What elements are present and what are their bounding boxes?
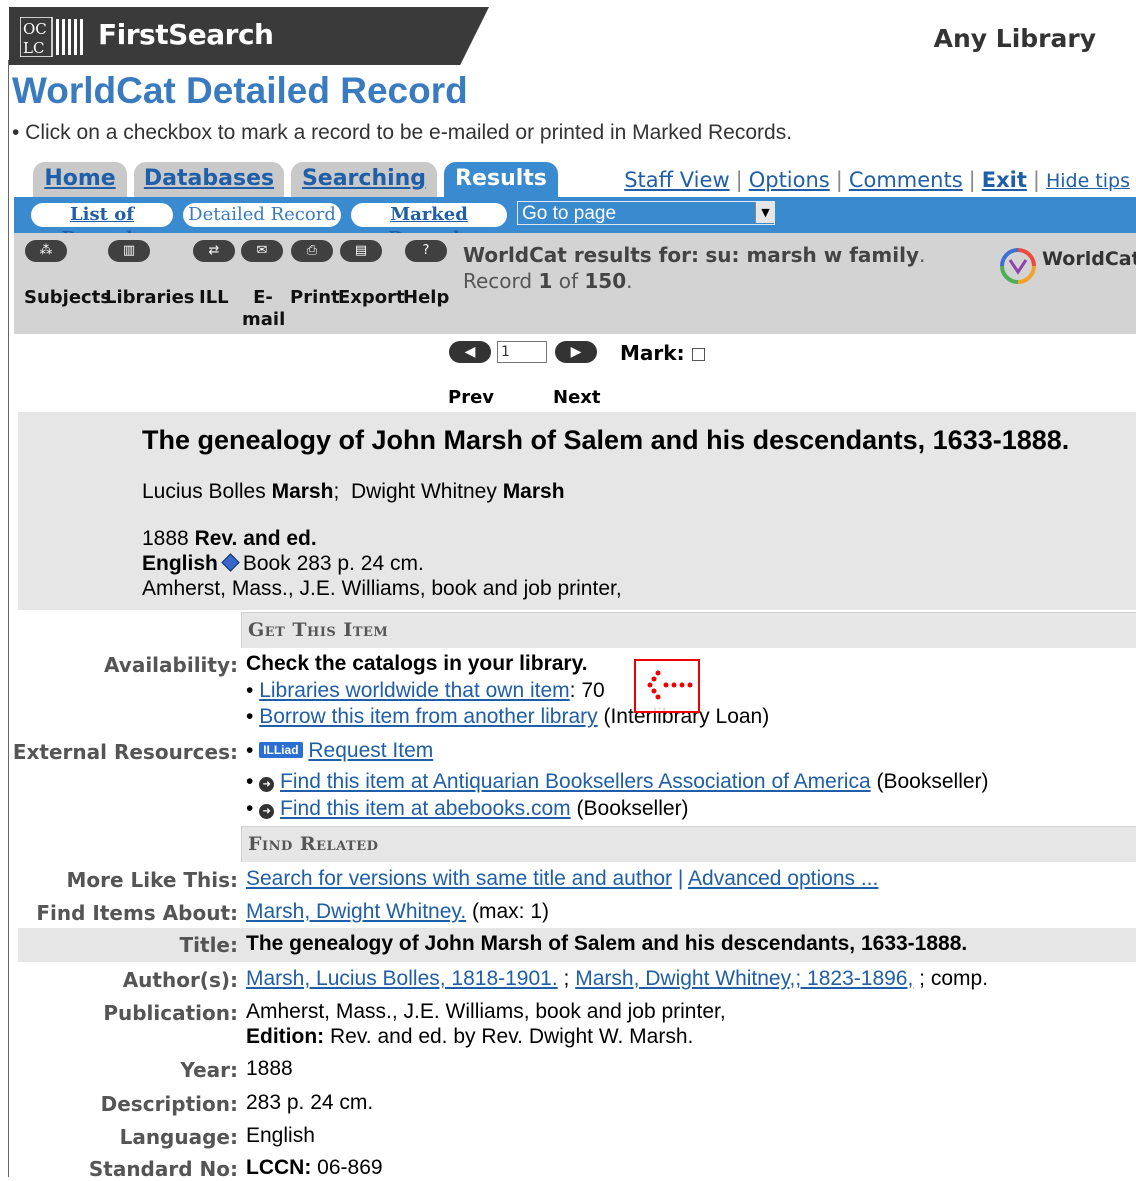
app-name: FirstSearch <box>98 18 274 51</box>
loading-dots-icon <box>647 670 693 700</box>
libraries-worldwide-link[interactable]: Libraries worldwide that own item <box>259 679 569 702</box>
standard-no-label: Standard No: <box>88 1157 238 1181</box>
availability-text: Check the catalogs in your library. <box>246 652 588 675</box>
language-value: English <box>246 1124 315 1147</box>
subject-marsh-link[interactable]: Marsh, Dwight Whitney. <box>246 900 466 923</box>
title-label: Title: <box>179 933 238 957</box>
publication-value: Amherst, Mass., J.E. Williams, book and … <box>246 1000 726 1023</box>
worldwide-row: • Libraries worldwide that own item: 70 <box>246 679 605 702</box>
record-title: The genealogy of John Marsh of Salem and… <box>142 425 1070 455</box>
oclc-logo: OC LC <box>20 17 83 57</box>
publication-label: Publication: <box>103 1001 238 1025</box>
mark-label: Mark: <box>620 341 685 365</box>
language-label: Language: <box>119 1125 238 1149</box>
more-like-this-row: Search for versions with same title and … <box>246 867 879 890</box>
description-label: Description: <box>100 1092 238 1116</box>
detailed-record-tab[interactable]: Detailed Record <box>183 203 341 227</box>
find-related-heading: Find Related <box>241 826 1136 862</box>
left-border <box>8 60 9 1177</box>
record-edition: 1888 Rev. and ed. <box>142 527 317 550</box>
options-link[interactable]: Options <box>749 168 830 192</box>
request-row: • ILLiad Request Item <box>246 739 434 762</box>
tab-results[interactable]: Results <box>444 162 558 198</box>
illiad-badge: ILLiad <box>259 742 303 758</box>
external-resources-label: External Resources: <box>12 740 238 764</box>
page-number-input[interactable]: 1 <box>497 341 547 363</box>
arrow-right-icon: ➜ <box>259 804 275 819</box>
title-value: The genealogy of John Marsh of Salem and… <box>246 932 968 955</box>
print-label[interactable]: Print <box>290 287 340 309</box>
staff-view-link[interactable]: Staff View <box>624 168 729 192</box>
chevron-down-icon[interactable]: ▼ <box>755 202 775 223</box>
authors-label: Author(s): <box>122 968 238 992</box>
get-this-item-heading: Get This Item <box>241 612 1136 648</box>
find-items-about-row: Marsh, Dwight Whitney. (max: 1) <box>246 900 550 923</box>
top-links: Staff View | Options | Comments | Exit | Hide ti… <box>624 168 1130 192</box>
record-publisher: Amherst, Mass., J.E. Williams, book and … <box>142 577 622 600</box>
next-arrow-icon[interactable]: ▶ <box>555 341 597 363</box>
book-format-icon <box>221 553 240 572</box>
help-label[interactable]: Help <box>403 287 449 309</box>
ill-icon[interactable]: ⇄ <box>193 240 235 262</box>
libraries-icon[interactable]: ▥ <box>108 240 150 262</box>
comments-link[interactable]: Comments <box>849 168 963 192</box>
record-authors: Lucius Bolles Marsh; Dwight Whitney Mars… <box>142 480 565 503</box>
hide-tips-link[interactable]: Hide tips <box>1046 170 1130 192</box>
help-icon[interactable]: ? <box>405 240 447 262</box>
current-record: 1 <box>538 269 553 293</box>
svg-text:OC: OC <box>23 20 47 38</box>
request-item-link[interactable]: Request Item <box>308 739 433 762</box>
abebooks-row: • ➜ Find this item at abebooks.com (Book… <box>246 797 689 820</box>
subjects-icon[interactable]: ⁂ <box>25 240 67 262</box>
tab-home[interactable]: Home <box>33 162 127 198</box>
description-value: 283 p. 24 cm. <box>246 1091 374 1114</box>
versions-search-link[interactable]: Search for versions with same title and … <box>246 867 672 890</box>
mark-checkbox[interactable] <box>692 348 705 361</box>
prev-arrow-icon[interactable]: ◀ <box>449 341 491 363</box>
tab-searching[interactable]: Searching <box>291 162 437 198</box>
subjects-label[interactable]: Subjects <box>24 287 111 309</box>
list-of-records-link[interactable]: List of Records <box>31 203 173 249</box>
next-label[interactable]: Next <box>553 387 601 408</box>
print-icon[interactable]: ⎙ <box>291 240 333 262</box>
export-label[interactable]: Export <box>338 287 405 309</box>
standard-no-row: LCCN: 06-869 <box>246 1156 383 1179</box>
availability-label: Availability: <box>104 653 238 677</box>
export-icon[interactable]: ▤ <box>340 240 382 262</box>
exit-link[interactable]: Exit <box>982 168 1027 192</box>
svg-text:LC: LC <box>23 39 44 57</box>
tab-databases[interactable]: Databases <box>134 162 284 198</box>
results-summary: WorldCat results for: su: marsh w family… <box>463 243 926 293</box>
loading-spinner <box>634 659 700 713</box>
borrow-link[interactable]: Borrow this item from another library <box>259 705 597 728</box>
advanced-options-link[interactable]: Advanced options ... <box>688 867 878 890</box>
libraries-label[interactable]: Libraries <box>105 287 195 309</box>
library-name: Any Library <box>933 24 1096 53</box>
worldcat-logo-text: WorldCat <box>1042 248 1136 270</box>
author-link-lucius[interactable]: Marsh, Lucius Bolles, 1818-1901. <box>246 967 558 990</box>
more-like-this-label: More Like This: <box>66 868 238 892</box>
abaa-link[interactable]: Find this item at Antiquarian Bookseller… <box>280 770 871 793</box>
total-records: 150 <box>584 269 627 293</box>
page-title: WorldCat Detailed Record <box>12 70 468 111</box>
author-link-dwight[interactable]: Marsh, Dwight Whitney,; 1823-1896, <box>575 967 913 990</box>
search-query: su: marsh w family <box>705 243 919 267</box>
edition-row: Edition: Rev. and ed. by Rev. Dwight W. … <box>246 1025 694 1048</box>
tip-text: • Click on a checkbox to mark a record t… <box>12 121 793 144</box>
email-label[interactable]: E-mail <box>242 287 285 331</box>
abebooks-link[interactable]: Find this item at abebooks.com <box>280 797 571 820</box>
abaa-row: • ➜ Find this item at Antiquarian Bookse… <box>246 770 989 793</box>
record-format: English Book 283 p. 24 cm. <box>142 552 424 575</box>
email-icon[interactable]: ✉ <box>241 240 283 262</box>
find-items-about-label: Find Items About: <box>36 901 238 925</box>
prev-label[interactable]: Prev <box>448 387 494 408</box>
ill-label[interactable]: ILL <box>199 287 229 309</box>
authors-row: Marsh, Lucius Bolles, 1818-1901. ; Marsh… <box>246 967 989 990</box>
arrow-right-icon: ➜ <box>259 777 275 792</box>
year-label: Year: <box>180 1058 238 1082</box>
marked-records-link[interactable]: Marked Records <box>351 203 507 249</box>
worldcat-logo-icon <box>1000 248 1036 284</box>
go-to-page-select[interactable]: Go to page <box>517 201 775 225</box>
year-value: 1888 <box>246 1057 293 1080</box>
